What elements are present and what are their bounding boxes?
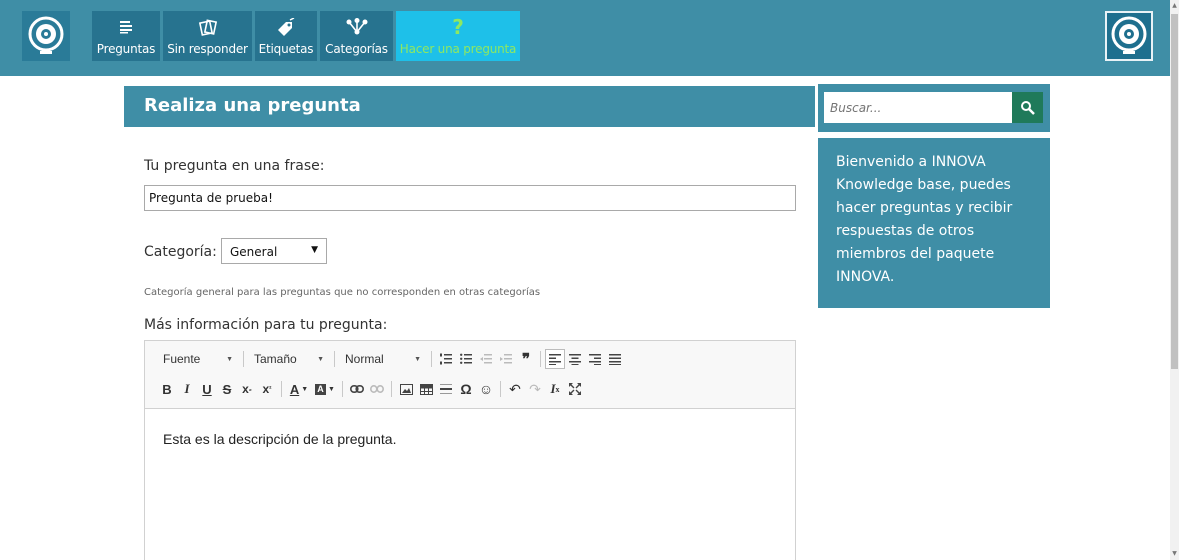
question-icon: ?: [452, 15, 464, 39]
nav-preguntas[interactable]: Preguntas: [92, 11, 160, 61]
search-button[interactable]: [1012, 92, 1043, 123]
size-dropdown[interactable]: Tamaño ▼: [248, 352, 330, 366]
format-dropdown-label: Normal: [345, 352, 384, 366]
nav-categorias[interactable]: Categorías: [320, 11, 393, 61]
category-select[interactable]: General ▼: [221, 238, 327, 264]
dropdown-caret-icon: ▼: [311, 245, 318, 255]
format-dropdown[interactable]: Normal ▼: [339, 352, 427, 366]
welcome-message: Bienvenido a INNOVA Knowledge base, pued…: [818, 138, 1050, 308]
chevron-down-icon: ▼: [226, 355, 233, 363]
special-character-icon[interactable]: Ω: [456, 379, 476, 399]
lightbulb-gear-icon: [28, 16, 64, 54]
scroll-down-arrow-icon[interactable]: ▼: [1171, 549, 1178, 559]
question-input[interactable]: [144, 185, 796, 211]
link-icon[interactable]: [347, 379, 367, 399]
search-input[interactable]: [824, 92, 1012, 123]
toolbar-separator: [391, 381, 392, 397]
category-hint: Categoría general para las preguntas que…: [144, 287, 541, 298]
toolbar-separator: [281, 381, 282, 397]
chevron-down-icon: ▼: [317, 355, 324, 363]
question-label: Tu pregunta en una frase:: [144, 158, 325, 174]
unlink-icon[interactable]: [367, 379, 387, 399]
list-icon: [119, 15, 133, 39]
sitemap-icon: [346, 15, 368, 39]
top-navbar: Preguntas Sin responder Etiquetas Catego…: [0, 0, 1170, 76]
category-selected-value: General: [230, 245, 278, 259]
undo-icon[interactable]: ↶: [505, 379, 525, 399]
align-right-icon[interactable]: [585, 349, 605, 369]
editor-content[interactable]: Esta es la descripción de la pregunta.: [163, 431, 396, 447]
page-title: Realiza una pregunta: [124, 86, 815, 127]
subscript-icon[interactable]: x₂: [237, 379, 257, 399]
smiley-icon[interactable]: ☺: [476, 379, 496, 399]
page-scrollbar[interactable]: ▲ ▼: [1170, 0, 1179, 560]
align-left-icon[interactable]: [545, 349, 565, 369]
toolbar-separator: [431, 351, 432, 367]
size-dropdown-label: Tamaño: [254, 352, 297, 366]
redo-icon[interactable]: ↷: [525, 379, 545, 399]
nav-label: Hacer una pregunta: [399, 42, 517, 56]
user-avatar[interactable]: [1105, 11, 1153, 61]
font-dropdown-label: Fuente: [163, 352, 201, 366]
bold-icon[interactable]: B: [157, 379, 177, 399]
superscript-icon[interactable]: x²: [257, 379, 277, 399]
toolbar-separator: [334, 351, 335, 367]
tag-icon: [276, 15, 296, 39]
outdent-icon[interactable]: [476, 349, 496, 369]
rich-text-editor: Fuente ▼ Tamaño ▼ Normal ▼ ❞ B I U S x ₂…: [144, 340, 796, 560]
ask-question-panel: Realiza una pregunta Tu pregunta en una …: [124, 86, 815, 560]
search-icon: [1020, 100, 1035, 115]
nav-label: Sin responder: [167, 42, 248, 56]
nav-label: Categorías: [325, 42, 388, 56]
editor-toolbar: Fuente ▼ Tamaño ▼ Normal ▼ ❞ B I U S x ₂…: [145, 341, 795, 409]
numbered-list-icon[interactable]: [436, 349, 456, 369]
strikethrough-icon[interactable]: S: [217, 379, 237, 399]
toolbar-separator: [540, 351, 541, 367]
nav-sin-responder[interactable]: Sin responder: [163, 11, 252, 61]
nav-label: Etiquetas: [258, 42, 314, 56]
bullet-list-icon[interactable]: [456, 349, 476, 369]
font-dropdown[interactable]: Fuente ▼: [157, 352, 239, 366]
table-icon[interactable]: [416, 379, 436, 399]
nav-label: Preguntas: [96, 42, 156, 56]
horizontal-rule-icon[interactable]: [436, 379, 456, 399]
scroll-up-arrow-icon[interactable]: ▲: [1171, 1, 1178, 11]
category-label: Categoría:: [144, 244, 217, 260]
site-logo[interactable]: [22, 11, 70, 61]
chevron-down-icon: ▼: [414, 355, 421, 363]
blockquote-icon[interactable]: ❞: [516, 349, 536, 369]
underline-icon[interactable]: U: [197, 379, 217, 399]
nav-hacer-pregunta[interactable]: ? Hacer una pregunta: [396, 11, 520, 61]
toolbar-separator: [500, 381, 501, 397]
image-icon[interactable]: [396, 379, 416, 399]
align-center-icon[interactable]: [565, 349, 585, 369]
nav-etiquetas[interactable]: Etiquetas: [255, 11, 317, 61]
maximize-icon[interactable]: [565, 379, 585, 399]
italic-icon[interactable]: I: [177, 379, 197, 399]
align-justify-icon[interactable]: [605, 349, 625, 369]
lightbulb-gear-icon: [1111, 16, 1147, 54]
text-color-icon[interactable]: A ▼: [286, 379, 312, 399]
search-box: [818, 84, 1050, 132]
indent-icon[interactable]: [496, 349, 516, 369]
remove-format-icon[interactable]: Ix: [545, 379, 565, 399]
more-info-label: Más información para tu pregunta:: [144, 317, 388, 333]
cards-icon: [198, 15, 218, 39]
toolbar-separator: [342, 381, 343, 397]
scroll-thumb[interactable]: [1171, 14, 1178, 369]
toolbar-separator: [243, 351, 244, 367]
background-color-icon[interactable]: A ▼: [312, 379, 338, 399]
